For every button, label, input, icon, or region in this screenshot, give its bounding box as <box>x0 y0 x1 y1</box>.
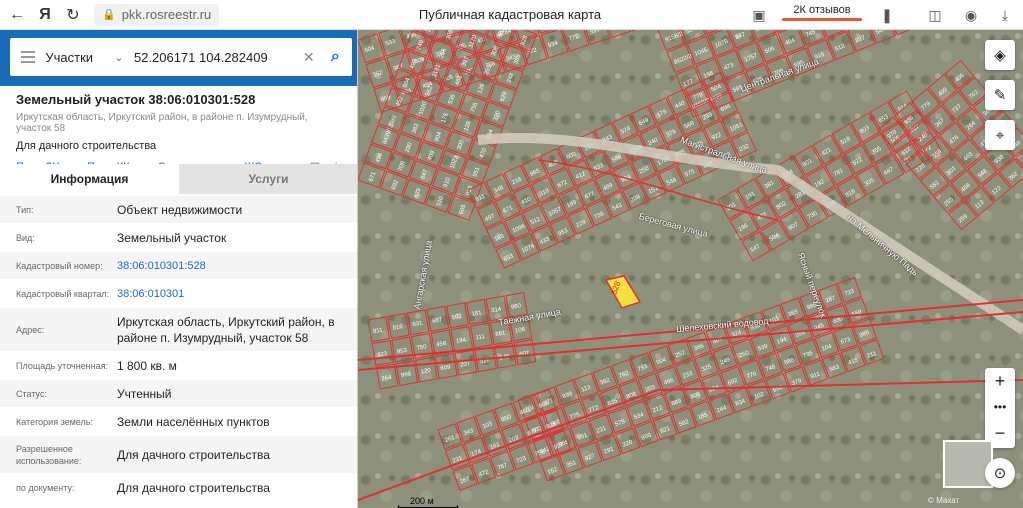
reviews-rating-bar <box>782 18 862 21</box>
compass-icon[interactable]: ⊙ <box>985 458 1015 488</box>
download-icon[interactable]: ⤓ <box>994 4 1016 26</box>
profile-icon[interactable]: ◉ <box>960 4 982 26</box>
cadastral-map[interactable]: 6045334981706303556919285311242538145972… <box>358 30 1023 508</box>
ruler-icon[interactable]: ✎ <box>985 80 1015 110</box>
reload-icon[interactable]: ↻ <box>62 4 84 26</box>
url-text: pkk.rosreestr.ru <box>121 7 212 22</box>
extensions-icon[interactable]: ◫ <box>924 4 946 26</box>
tab-services[interactable]: Услуги <box>179 164 357 194</box>
clear-icon[interactable]: ✕ <box>299 49 319 66</box>
info-label: Разрешенное использование: <box>16 443 82 466</box>
info-row: Тип: Объект недвижимости <box>0 196 357 224</box>
zoom-controls: + ••• − <box>985 368 1015 448</box>
browser-toolbar: ← Я ↻ 🔒 pkk.rosreestr.ru Публичная кадас… <box>0 0 1023 30</box>
parcel-title: Земельный участок 38:06:010301:528 <box>16 92 256 107</box>
chevron-down-icon[interactable]: ⌄ <box>114 51 130 64</box>
info-label: Адрес: <box>16 324 45 335</box>
info-value: Для дачного строительства <box>117 447 270 462</box>
info-value: Учтенный <box>117 386 172 401</box>
info-value: Земли населённых пунктов <box>117 414 270 429</box>
zoom-in-button[interactable]: + <box>985 368 1015 394</box>
back-arrow-icon[interactable]: ← <box>6 4 28 26</box>
info-label: Кадастровый квартал: <box>16 288 110 299</box>
minimap[interactable] <box>943 440 993 488</box>
locate-icon[interactable]: ⌖ <box>985 120 1015 150</box>
info-row: Разрешенное использование: Для дачного с… <box>0 436 357 474</box>
parcel-header: Земельный участок 38:06:010301:528 Иркут… <box>0 86 357 175</box>
info-value: Объект недвижимости <box>117 202 243 217</box>
info-label: Тип: <box>16 204 34 215</box>
layers-icon[interactable]: ◈ <box>985 40 1015 70</box>
search-icon[interactable]: ⌕ <box>319 38 352 76</box>
info-panel: Участки ⌄ ✕ ⌕ Земельный участок 38:06:01… <box>0 30 358 508</box>
bookmark-icon[interactable]: ❚ <box>876 4 898 26</box>
parcel-address-small: Иркутская область, Иркутский район, в ра… <box>16 112 308 134</box>
info-table: Тип: Объект недвижимости Вид: Земельный … <box>0 196 357 502</box>
page-title: Публичная кадастровая карта <box>418 7 602 22</box>
cadastral-number-link[interactable]: 38:06:010301:528 <box>117 258 357 274</box>
lock-icon: 🔒 <box>102 9 116 21</box>
info-value: 1 800 кв. м <box>117 358 177 373</box>
parcel-purpose: Для дачного строительства <box>16 140 157 152</box>
info-row: по документу: Для дачного строительства <box>0 474 357 502</box>
info-label: по документу: <box>16 482 75 493</box>
map-attribution: © Махат <box>928 496 960 505</box>
reviews-text: 2К отзывов <box>793 4 851 16</box>
info-value: Иркутская область, Иркутский район, в ра… <box>117 314 335 345</box>
cadastral-quarter-link[interactable]: 38:06:010301 <box>117 286 357 302</box>
info-row: Кадастровый номер: 38:06:010301:528 <box>0 252 357 280</box>
info-label: Площадь уточненная: <box>16 360 108 371</box>
address-bar[interactable]: 🔒 pkk.rosreestr.ru <box>94 3 220 26</box>
panel-tabs: Информация Услуги <box>0 164 357 194</box>
search-box: Участки ⌄ ✕ ⌕ <box>10 38 352 76</box>
info-row: Категория земель: Земли населённых пункт… <box>0 408 357 436</box>
search-band: Участки ⌄ ✕ ⌕ <box>0 30 357 86</box>
info-row: Площадь уточненная: 1 800 кв. м <box>0 352 357 380</box>
info-label: Категория земель: <box>16 416 93 427</box>
more-icon[interactable]: ••• <box>985 394 1015 420</box>
reviews-badge[interactable]: 2К отзывов <box>782 4 862 21</box>
info-row: Кадастровый квартал: 38:06:010301 <box>0 280 357 308</box>
info-label: Вид: <box>16 232 35 243</box>
search-input[interactable] <box>133 49 299 65</box>
tab-information[interactable]: Информация <box>0 164 179 194</box>
info-value: Для дачного строительства <box>117 480 270 495</box>
info-label: Статус: <box>16 388 47 399</box>
search-type-select[interactable]: Участки <box>45 50 114 65</box>
map-canvas[interactable]: 6045334981706303556919285311242538145972… <box>358 30 1023 508</box>
yandex-logo-icon[interactable]: Я <box>34 4 56 26</box>
info-row: Адрес: Иркутская область, Иркутский райо… <box>0 308 357 352</box>
info-label: Кадастровый номер: <box>16 260 103 271</box>
menu-icon[interactable] <box>10 38 45 76</box>
info-row: Вид: Земельный участок <box>0 224 357 252</box>
info-value: Земельный участок <box>117 230 227 245</box>
info-row: Статус: Учтенный <box>0 380 357 408</box>
tabs-icon[interactable]: ▣ <box>748 4 770 26</box>
